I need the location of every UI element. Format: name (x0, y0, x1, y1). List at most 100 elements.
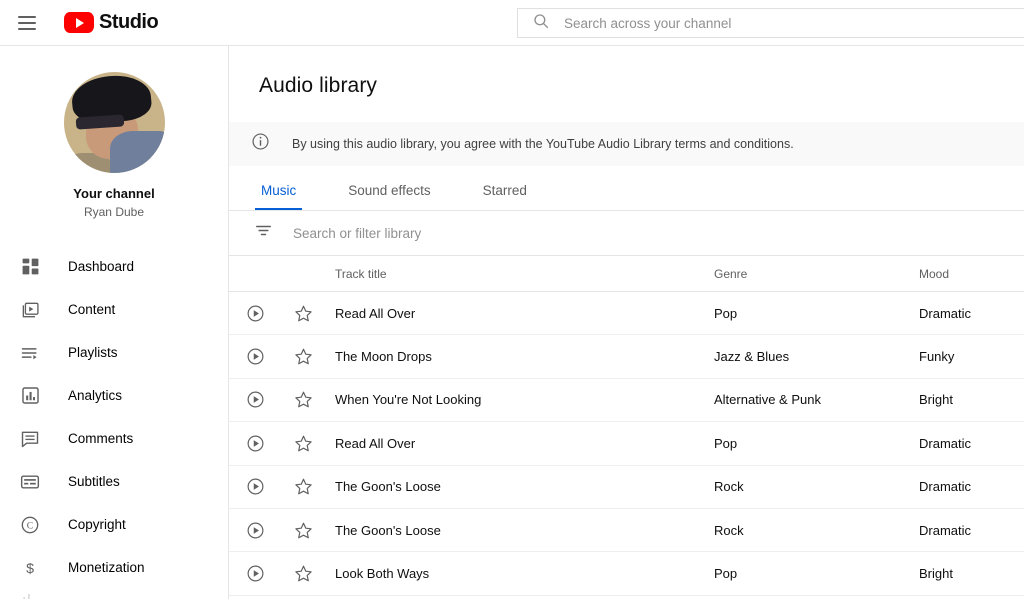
sidebar-item-comments[interactable]: Comments (0, 417, 228, 460)
top-app-bar: Studio (0, 0, 1024, 46)
track-title[interactable]: When You're Not Looking (325, 392, 714, 407)
channel-label: Your channel (73, 186, 155, 201)
sidebar-item-next-partial[interactable] (0, 589, 228, 599)
track-mood: Dramatic (919, 479, 972, 495)
youtube-studio-logo[interactable]: Studio (64, 11, 159, 34)
track-list: Read All Over Pop Dramatic The Moon Drop… (229, 292, 1024, 596)
track-title[interactable]: Read All Over (325, 306, 714, 321)
track-title[interactable]: The Moon Drops (325, 349, 714, 364)
sidebar-item-analytics[interactable]: Analytics (0, 374, 228, 417)
page-title: Audio library (259, 74, 378, 97)
track-mood: Dramatic (919, 522, 972, 538)
track-genre: Pop (714, 305, 738, 321)
track-mood: Dramatic (919, 435, 972, 451)
copyright-icon: C (18, 513, 42, 537)
youtube-logo-icon (64, 12, 94, 33)
table-row[interactable]: The Goon's Loose Rock Dramatic (229, 466, 1024, 509)
svg-text:$: $ (26, 561, 34, 577)
column-header-genre[interactable]: Genre (714, 267, 919, 281)
sidebar-nav-list: Dashboard Content Playlists Analytics Co… (0, 245, 228, 599)
track-genre: Rock (714, 479, 744, 495)
star-outline-icon[interactable] (294, 434, 313, 453)
play-icon[interactable] (246, 347, 265, 366)
svg-text:C: C (27, 520, 33, 531)
comments-icon (18, 427, 42, 451)
tab-sound-effects[interactable]: Sound effects (346, 183, 432, 210)
sidebar-item-label: Playlists (68, 345, 118, 360)
star-outline-icon[interactable] (294, 564, 313, 583)
play-icon[interactable] (246, 477, 265, 496)
sidebar-item-copyright[interactable]: C Copyright (0, 503, 228, 546)
info-icon (251, 132, 270, 156)
library-filter-bar[interactable] (229, 211, 1024, 256)
star-outline-icon[interactable] (294, 390, 313, 409)
track-title[interactable]: The Goon's Loose (325, 523, 714, 538)
sidebar-item-label: Subtitles (68, 474, 120, 489)
filter-input[interactable] (293, 225, 713, 241)
table-row[interactable]: The Goon's Loose Rock Dramatic (229, 509, 1024, 553)
sidebar-item-label: Copyright (68, 517, 126, 532)
sidebar-item-label: Monetization (68, 560, 145, 575)
track-genre: Rock (714, 522, 744, 538)
star-outline-icon[interactable] (294, 477, 313, 496)
brand-label: Studio (99, 11, 159, 33)
track-genre: Pop (714, 566, 738, 582)
avatar[interactable] (63, 72, 165, 173)
table-row[interactable]: Read All Over Pop Dramatic (229, 292, 1024, 336)
sidebar-item-label: Content (68, 302, 116, 317)
play-icon[interactable] (246, 304, 265, 323)
monetization-dollar-icon: $ (18, 556, 42, 580)
search-icon (532, 12, 550, 35)
terms-notice-text: By using this audio library, you agree w… (292, 137, 794, 151)
customization-icon (18, 587, 42, 599)
sidebar-item-subtitles[interactable]: Subtitles (0, 460, 228, 503)
sidebar-item-dashboard[interactable]: Dashboard (0, 245, 228, 288)
terms-notice-bar: By using this audio library, you agree w… (229, 122, 1024, 166)
sidebar-item-label: Comments (68, 431, 134, 446)
column-header-mood[interactable]: Mood (919, 267, 1024, 281)
play-icon[interactable] (246, 390, 265, 409)
main-content: Audio library By using this audio librar… (229, 46, 1024, 599)
track-mood: Bright (919, 392, 953, 408)
playlists-icon (18, 341, 42, 365)
content-video-icon (18, 298, 42, 322)
table-row[interactable]: The Moon Drops Jazz & Blues Funky (229, 335, 1024, 379)
sidebar-item-label: Analytics (68, 388, 123, 403)
track-title[interactable]: Read All Over (325, 436, 714, 451)
tab-starred[interactable]: Starred (481, 183, 529, 210)
track-genre: Alternative & Punk (714, 392, 821, 408)
star-outline-icon[interactable] (294, 304, 313, 323)
sidebar-item-monetization[interactable]: $ Monetization (0, 546, 228, 589)
filter-icon[interactable] (254, 221, 273, 245)
search-input[interactable] (564, 13, 1024, 33)
track-mood: Bright (919, 566, 953, 582)
track-title[interactable]: The Goon's Loose (325, 479, 714, 494)
sidebar-item-label: Dashboard (68, 259, 135, 274)
track-genre: Jazz & Blues (714, 349, 790, 365)
play-icon[interactable] (246, 521, 265, 540)
table-row[interactable]: Look Both Ways Pop Bright (229, 552, 1024, 596)
play-icon[interactable] (246, 434, 265, 453)
track-title[interactable]: Look Both Ways (325, 566, 714, 581)
track-mood: Dramatic (919, 305, 972, 321)
track-mood: Funky (919, 349, 955, 365)
sidebar-item-playlists[interactable]: Playlists (0, 331, 228, 374)
column-header-track-title[interactable]: Track title (325, 267, 714, 281)
tab-music[interactable]: Music (254, 183, 303, 210)
subtitles-icon (18, 470, 42, 494)
star-outline-icon[interactable] (294, 347, 313, 366)
table-row[interactable]: When You're Not Looking Alternative & Pu… (229, 379, 1024, 423)
sidebar-item-content[interactable]: Content (0, 288, 228, 331)
library-tabs: Music Sound effects Starred (229, 166, 1024, 211)
channel-owner-name: Ryan Dube (83, 205, 145, 219)
star-outline-icon[interactable] (294, 521, 313, 540)
hamburger-menu-icon[interactable] (18, 11, 42, 35)
global-search-box[interactable] (517, 8, 1024, 38)
play-icon[interactable] (246, 564, 265, 583)
analytics-icon (18, 384, 42, 408)
track-genre: Pop (714, 435, 738, 451)
table-header-row: Track title Genre Mood (229, 256, 1024, 292)
table-row[interactable]: Read All Over Pop Dramatic (229, 422, 1024, 466)
dashboard-icon (18, 255, 42, 279)
channel-summary[interactable]: Your channel Ryan Dube (0, 46, 228, 219)
